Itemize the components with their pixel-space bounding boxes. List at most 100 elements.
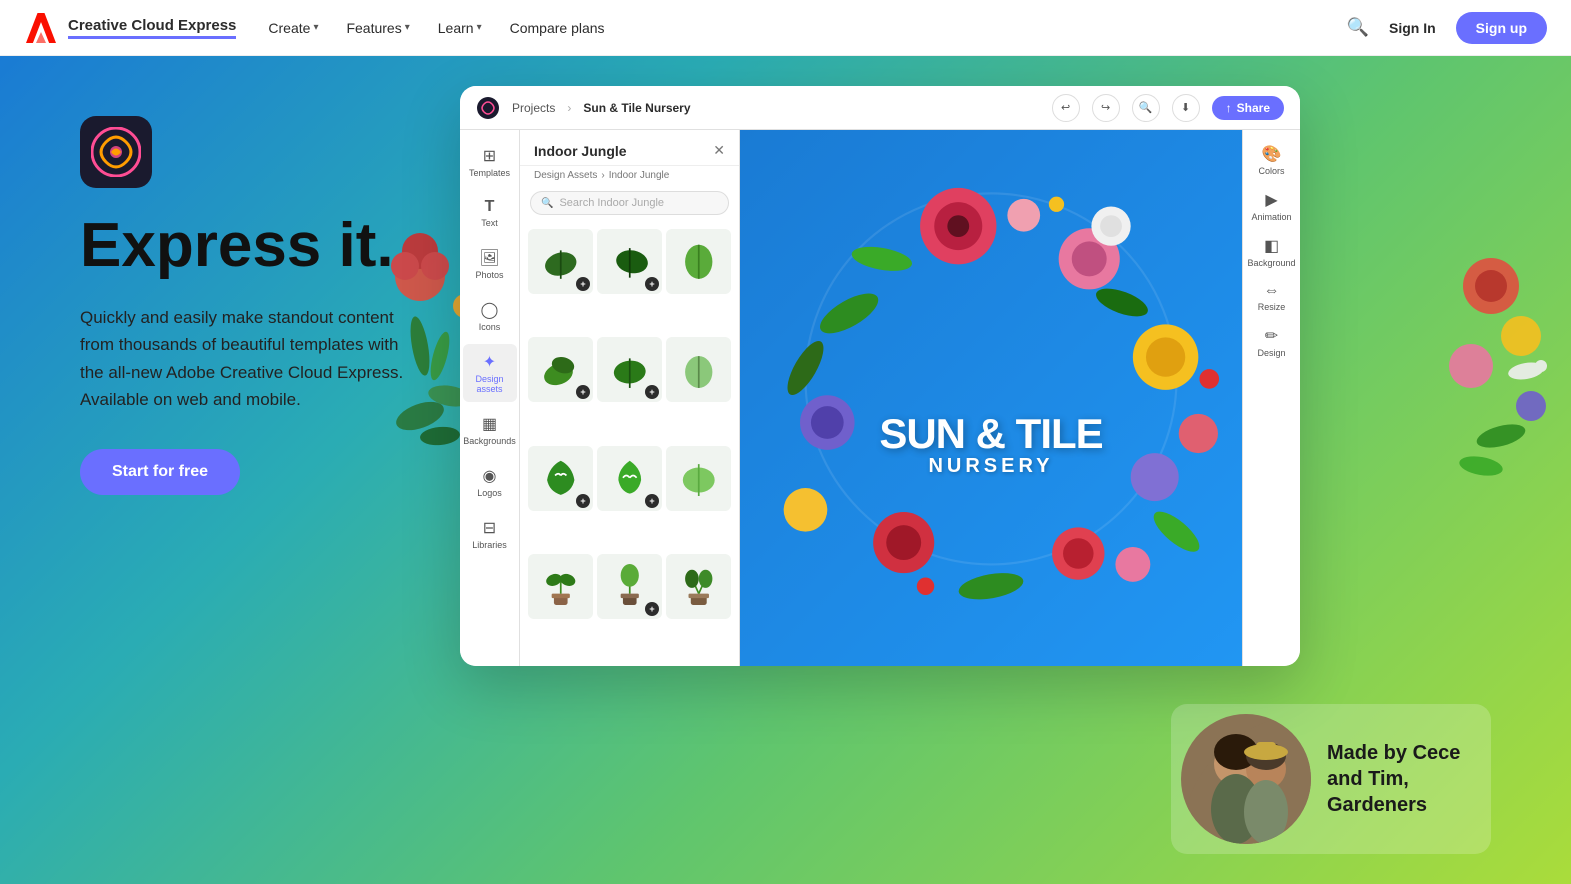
panel-close-button[interactable]: ✕ bbox=[713, 142, 725, 159]
libraries-icon: ⊟ bbox=[483, 518, 496, 538]
breadcrumb-projects[interactable]: Projects bbox=[512, 101, 555, 115]
download-button[interactable]: ⬇ bbox=[1172, 94, 1200, 122]
chevron-down-icon: ▾ bbox=[477, 22, 482, 33]
undo-button[interactable]: ↩ bbox=[1052, 94, 1080, 122]
design-assets-icon: ✦ bbox=[483, 352, 496, 372]
hero-headline: Express it. bbox=[80, 212, 460, 280]
hero-left-content: Express it. Quickly and easily make stan… bbox=[80, 116, 460, 495]
hero-description: Quickly and easily make standout content… bbox=[80, 304, 420, 413]
animation-icon: ▶ bbox=[1265, 190, 1277, 210]
canvas-brand-text: SUN & TILE NURSERY bbox=[879, 413, 1102, 478]
attribution-avatar bbox=[1181, 714, 1311, 844]
panel-asset-grid: + + + + bbox=[520, 221, 739, 666]
panel-item-6[interactable] bbox=[666, 337, 731, 402]
panel-item-12[interactable] bbox=[666, 554, 731, 619]
panel-item-4[interactable]: + bbox=[528, 337, 593, 402]
nav-create[interactable]: Create ▾ bbox=[268, 20, 318, 36]
add-asset-icon: + bbox=[645, 602, 659, 616]
add-asset-icon: + bbox=[576, 494, 590, 508]
mockup-body: ⊞ Templates T Text 🖼 Photos ◯ Icons ✦ bbox=[460, 130, 1300, 666]
text-icon: T bbox=[485, 198, 495, 216]
sidebar-design-assets[interactable]: ✦ Design assets bbox=[463, 344, 517, 402]
icons-icon: ◯ bbox=[481, 300, 499, 320]
resize-icon: ⇔ bbox=[1264, 282, 1280, 300]
sidebar-icons[interactable]: ◯ Icons bbox=[463, 292, 517, 340]
tool-design[interactable]: ✏ Design bbox=[1246, 320, 1298, 364]
mockup-sidebar: ⊞ Templates T Text 🖼 Photos ◯ Icons ✦ bbox=[460, 130, 520, 666]
attribution-card: Made by Cece and Tim, Gardeners bbox=[1171, 704, 1491, 854]
chevron-down-icon: ▾ bbox=[405, 22, 410, 33]
breadcrumb-project-name[interactable]: Sun & Tile Nursery bbox=[583, 101, 690, 115]
tool-animation[interactable]: ▶ Animation bbox=[1246, 184, 1298, 228]
mockup-topbar: Projects › Sun & Tile Nursery ↩ ↪ 🔍 ⬇ ↑ … bbox=[460, 86, 1300, 130]
navigation: Creative Cloud Express Create ▾ Features… bbox=[0, 0, 1571, 56]
sidebar-logos[interactable]: ◉ Logos bbox=[463, 458, 517, 506]
colors-icon: 🎨 bbox=[1262, 144, 1282, 164]
sidebar-backgrounds[interactable]: ▦ Backgrounds bbox=[463, 406, 517, 454]
nav-learn[interactable]: Learn ▾ bbox=[438, 20, 482, 36]
nav-features[interactable]: Features ▾ bbox=[346, 20, 409, 36]
panel-item-2[interactable]: + bbox=[597, 229, 662, 294]
logo-area[interactable]: Creative Cloud Express bbox=[24, 11, 236, 45]
add-asset-icon: + bbox=[645, 494, 659, 508]
mockup-canvas[interactable]: SUN & TILE NURSERY bbox=[740, 130, 1242, 666]
backgrounds-icon: ▦ bbox=[482, 414, 497, 434]
sidebar-libraries[interactable]: ⊟ Libraries bbox=[463, 510, 517, 558]
add-asset-icon: + bbox=[645, 277, 659, 291]
add-asset-icon: + bbox=[645, 385, 659, 399]
mockup-panel: Indoor Jungle ✕ Design Assets › Indoor J… bbox=[520, 130, 740, 666]
sidebar-text[interactable]: T Text bbox=[463, 190, 517, 236]
panel-title: Indoor Jungle bbox=[534, 143, 627, 159]
photos-icon: 🖼 bbox=[479, 248, 499, 268]
redo-button[interactable]: ↪ bbox=[1092, 94, 1120, 122]
hero-section: Express it. Quickly and easily make stan… bbox=[0, 56, 1571, 884]
app-icon bbox=[80, 116, 152, 188]
search-button[interactable]: 🔍 bbox=[1132, 94, 1160, 122]
share-button[interactable]: ↑ Share bbox=[1212, 96, 1284, 120]
tool-background[interactable]: ◧ Background bbox=[1246, 230, 1298, 274]
nav-right: 🔍 Sign In Sign up bbox=[1347, 12, 1547, 44]
product-name-link[interactable]: Creative Cloud Express bbox=[68, 17, 236, 39]
tool-colors[interactable]: 🎨 Colors bbox=[1246, 138, 1298, 182]
sidebar-photos[interactable]: 🖼 Photos bbox=[463, 240, 517, 288]
panel-breadcrumb: Design Assets › Indoor Jungle bbox=[520, 166, 739, 185]
topbar-actions: ↩ ↪ 🔍 ⬇ ↑ Share bbox=[1052, 94, 1284, 122]
search-glass-icon: 🔍 bbox=[541, 198, 553, 209]
chevron-down-icon: ▾ bbox=[313, 22, 318, 33]
start-for-free-button[interactable]: Start for free bbox=[80, 449, 240, 495]
decoration-flowers-right bbox=[1431, 206, 1561, 486]
nav-compare-plans[interactable]: Compare plans bbox=[510, 20, 605, 36]
adobe-logo-icon bbox=[24, 11, 58, 45]
share-icon: ↑ bbox=[1226, 101, 1232, 115]
search-icon[interactable]: 🔍 bbox=[1347, 17, 1369, 38]
panel-item-3[interactable] bbox=[666, 229, 731, 294]
tool-resize[interactable]: ⇔ Resize bbox=[1246, 276, 1298, 318]
breadcrumb-separator: › bbox=[567, 101, 571, 115]
cc-express-icon bbox=[91, 127, 141, 177]
panel-item-1[interactable]: + bbox=[528, 229, 593, 294]
panel-item-10[interactable] bbox=[528, 554, 593, 619]
panel-item-5[interactable]: + bbox=[597, 337, 662, 402]
add-asset-icon: + bbox=[576, 385, 590, 399]
nav-links: Create ▾ Features ▾ Learn ▾ Compare plan… bbox=[268, 20, 1346, 36]
mockup-tools-panel: 🎨 Colors ▶ Animation ◧ Background ⇔ Resi… bbox=[1242, 130, 1300, 666]
mockup-cc-logo bbox=[476, 96, 500, 120]
panel-item-9[interactable] bbox=[666, 446, 731, 511]
sign-in-button[interactable]: Sign In bbox=[1389, 20, 1436, 36]
logos-icon: ◉ bbox=[483, 466, 497, 486]
sign-up-button[interactable]: Sign up bbox=[1456, 12, 1547, 44]
attribution-text: Made by Cece and Tim, Gardeners bbox=[1327, 740, 1481, 818]
panel-header: Indoor Jungle ✕ bbox=[520, 130, 739, 166]
design-icon: ✏ bbox=[1265, 326, 1278, 346]
add-asset-icon: + bbox=[576, 277, 590, 291]
panel-search[interactable]: 🔍 Search Indoor Jungle bbox=[530, 191, 729, 215]
canvas-artwork: SUN & TILE NURSERY bbox=[740, 130, 1242, 666]
panel-item-11[interactable]: + bbox=[597, 554, 662, 619]
templates-icon: ⊞ bbox=[483, 146, 496, 166]
app-mockup: Projects › Sun & Tile Nursery ↩ ↪ 🔍 ⬇ ↑ … bbox=[460, 86, 1300, 666]
background-icon: ◧ bbox=[1264, 236, 1279, 256]
panel-item-7[interactable]: + bbox=[528, 446, 593, 511]
sidebar-templates[interactable]: ⊞ Templates bbox=[463, 138, 517, 186]
canvas-floral-decoration bbox=[740, 130, 1242, 666]
panel-item-8[interactable]: + bbox=[597, 446, 662, 511]
